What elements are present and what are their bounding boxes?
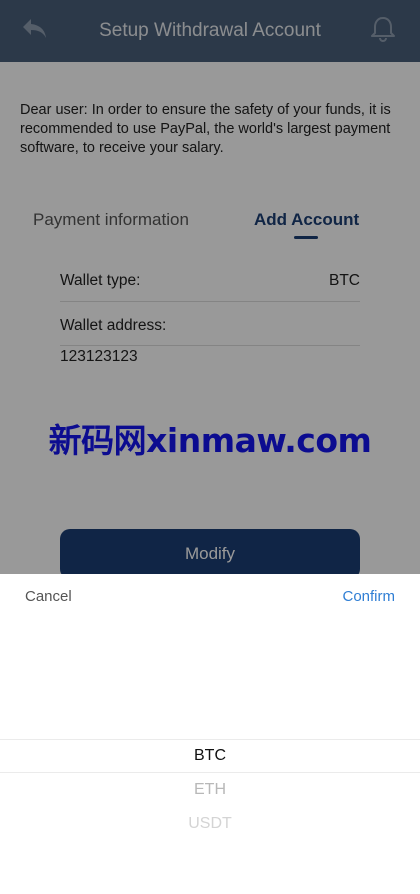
picker-cancel-button[interactable]: Cancel: [25, 588, 72, 605]
picker-selection-bottom-line: [0, 772, 420, 773]
picker-option-eth[interactable]: ETH: [0, 781, 420, 799]
picker-option-usdt[interactable]: USDT: [0, 815, 420, 833]
picker-option-btc[interactable]: BTC: [0, 747, 420, 765]
picker-selection-top-line: [0, 739, 420, 740]
wallet-type-picker: Cancel Confirm BTC ETH USDT: [0, 574, 420, 894]
picker-confirm-button[interactable]: Confirm: [342, 588, 395, 605]
